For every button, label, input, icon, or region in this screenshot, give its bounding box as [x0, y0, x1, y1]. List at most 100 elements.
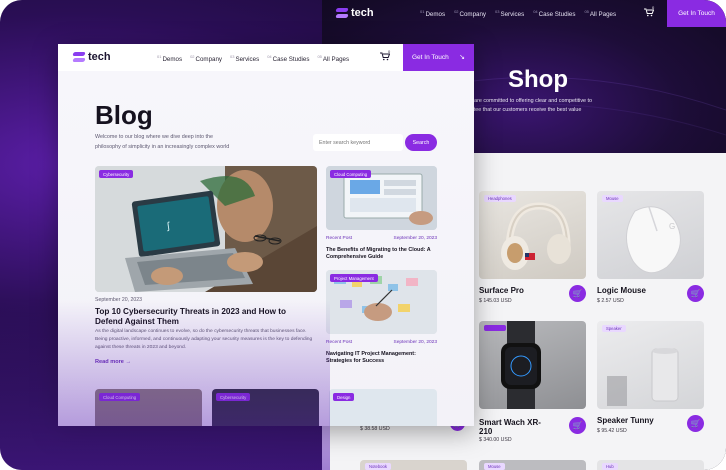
product-name[interactable]: Smart Wach XR-210: [479, 418, 549, 436]
product-card[interactable]: G Mouse Logic Mouse $ 2.57 USD 🛒: [597, 191, 704, 306]
product-tag: [484, 325, 506, 331]
side-post-card[interactable]: Project Management Recent Post September…: [326, 270, 437, 370]
product-tag: Hub: [602, 463, 618, 470]
search-button[interactable]: Search: [405, 134, 437, 151]
featured-post-description: As the digital landscape continues to ev…: [95, 329, 313, 350]
blog-logo[interactable]: tech: [73, 51, 111, 63]
laptop-photo-illustration: ʃ: [95, 166, 317, 292]
product-tag: Mouse: [602, 195, 623, 202]
product-card[interactable]: Smart Wach XR-210 $ 340.00 USD 🛒: [479, 321, 586, 446]
shop-nav-links: 01Demos 02Company 03Services 04Case Stud…: [420, 9, 616, 18]
logo-text: tech: [88, 51, 111, 63]
post-tag[interactable]: Design: [333, 393, 355, 401]
post-tag[interactable]: Cloud Computing: [330, 170, 372, 178]
blog-nav-links: 01Demos 02Company 03Services 04Case Stud…: [157, 54, 349, 63]
post-card-image[interactable]: Cloud Computing: [95, 389, 202, 426]
nav-link-case-studies[interactable]: 04Case Studies: [533, 9, 575, 18]
logo-mark-icon: [73, 52, 85, 62]
side-post-image: Cloud Computing: [326, 166, 437, 230]
product-image: G Mouse: [597, 191, 704, 279]
add-to-cart-button[interactable]: 🛒: [687, 415, 704, 432]
cart-icon: 🛒: [690, 289, 701, 298]
side-post-card[interactable]: Cloud Computing Recent Post September 20…: [326, 166, 437, 266]
side-post-title[interactable]: Navigating IT Project Management: Strate…: [326, 351, 434, 366]
product-image: Speaker: [597, 321, 704, 409]
product-tag: Notebook: [365, 463, 391, 470]
side-post-title[interactable]: The Benefits of Migrating to the Cloud: …: [326, 247, 434, 262]
post-tag[interactable]: Cybersecurity: [99, 170, 134, 178]
nav-link-all-pages[interactable]: 05All Pages: [584, 9, 616, 18]
product-price: $ 145.03 USD: [479, 298, 512, 304]
nav-link-all-pages[interactable]: 05All Pages: [317, 54, 349, 63]
arrow-icon: ↘: [459, 54, 465, 61]
product-price: $ 95.42 USD: [597, 428, 627, 434]
nav-link-demos[interactable]: 01Demos: [157, 54, 182, 63]
blog-navbar: tech 01Demos 02Company 03Services 04Case…: [58, 44, 474, 71]
cart-count: 0: [388, 49, 391, 54]
watch-illustration: [501, 321, 541, 409]
product-image: [479, 321, 586, 409]
nav-link-services[interactable]: 03Services: [230, 54, 259, 63]
product-card[interactable]: Headphones Surface Pro $ 145.03 USD 🛒: [479, 191, 586, 306]
logo-text: tech: [351, 7, 374, 19]
add-to-cart-button[interactable]: 🛒: [569, 417, 586, 434]
post-date: September 20, 2023: [393, 236, 437, 241]
product-tag: Speaker: [602, 325, 626, 332]
background-stage: tech 01Demos 02Company 03Services 04Case…: [0, 0, 726, 470]
product-image: Hub: [597, 460, 704, 470]
get-in-touch-button[interactable]: Get In Touch: [667, 0, 726, 27]
product-card[interactable]: Speaker Speaker Tunny $ 95.42 USD 🛒: [597, 321, 704, 436]
product-price: $ 2.57 USD: [597, 298, 624, 304]
get-in-touch-button[interactable]: Get In Touch ↘: [403, 44, 474, 71]
product-name[interactable]: Speaker Tunny: [597, 416, 654, 425]
post-date: September 20, 2023: [95, 297, 143, 303]
read-more-link[interactable]: Read more →: [95, 359, 131, 365]
cart-icon: 🛒: [572, 289, 583, 298]
cta-label: Get In Touch: [412, 54, 449, 61]
product-image: Mouse: [479, 460, 586, 470]
product-price: $ 340.00 USD: [479, 437, 512, 443]
side-post-image: Project Management: [326, 270, 437, 334]
product-tag: Headphones: [484, 195, 516, 202]
product-name[interactable]: Surface Pro: [479, 286, 524, 295]
blog-window: tech 01Demos 02Company 03Services 04Case…: [58, 44, 474, 426]
shop-title: Shop: [508, 66, 568, 93]
post-tag[interactable]: Cybersecurity: [216, 393, 251, 401]
cart-icon: 🛒: [690, 419, 701, 428]
post-category: Recent Post: [326, 236, 353, 241]
headphones-illustration: [501, 202, 571, 270]
page-title: Blog: [95, 100, 153, 130]
post-card-image[interactable]: Design: [329, 389, 437, 426]
post-tag[interactable]: Cloud Computing: [99, 393, 141, 401]
nav-link-company[interactable]: 02Company: [190, 54, 222, 63]
search-input[interactable]: [313, 134, 403, 151]
nav-link-services[interactable]: 03Services: [495, 9, 524, 18]
page-intro: Welcome to our blog where we dive deep i…: [95, 134, 230, 150]
logo-mark-icon: [336, 8, 348, 18]
add-to-cart-button[interactable]: 🛒: [687, 285, 704, 302]
product-image: Headphones: [479, 191, 586, 279]
svg-text:G: G: [669, 222, 675, 231]
add-to-cart-button[interactable]: 🛒: [569, 285, 586, 302]
speaker-illustration: [607, 348, 679, 406]
post-category: Recent Post: [326, 340, 353, 345]
product-tag: Mouse: [484, 463, 505, 470]
cart-icon[interactable]: 0: [644, 5, 654, 19]
shop-subtitle: ch, we are committed to offering clear a…: [457, 98, 593, 113]
mouse-illustration: G: [626, 206, 681, 274]
featured-post-title[interactable]: Top 10 Cybersecurity Threats in 2023 and…: [95, 307, 310, 327]
post-card-image[interactable]: Cybersecurity: [212, 389, 319, 426]
shop-logo[interactable]: tech: [336, 7, 374, 19]
product-image: Notebook: [360, 460, 467, 470]
shop-navbar: tech 01Demos 02Company 03Services 04Case…: [322, 0, 726, 27]
post-date: September 20, 2023: [393, 340, 437, 345]
product-name[interactable]: Logic Mouse: [597, 286, 646, 295]
post-tag[interactable]: Project Management: [330, 274, 378, 282]
nav-link-demos[interactable]: 01Demos: [420, 9, 445, 18]
nav-link-company[interactable]: 02Company: [454, 9, 486, 18]
product-price: $ 38.58 USD: [360, 426, 390, 432]
cart-icon: 🛒: [572, 421, 583, 430]
nav-link-case-studies[interactable]: 04Case Studies: [267, 54, 309, 63]
cart-icon[interactable]: 0: [380, 49, 391, 63]
featured-post-image[interactable]: ʃ Cybersecurity: [95, 166, 317, 292]
